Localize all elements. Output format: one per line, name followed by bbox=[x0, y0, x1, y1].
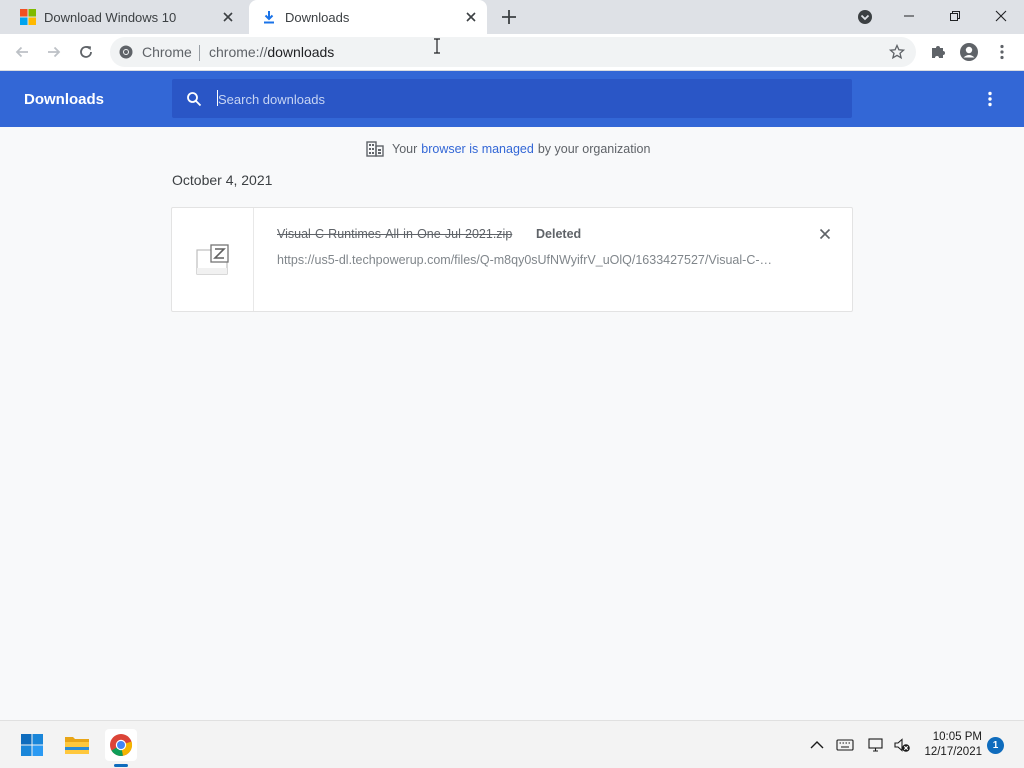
remove-from-list-icon[interactable] bbox=[816, 225, 834, 243]
more-actions-icon[interactable] bbox=[980, 89, 1000, 109]
restore-icon bbox=[950, 11, 960, 21]
omnibox-divider bbox=[199, 45, 200, 61]
extensions-puzzle-icon[interactable] bbox=[928, 42, 948, 62]
url-host: downloads bbox=[267, 44, 335, 60]
windows-taskbar: 10:05 PM 12/17/2021 1 bbox=[0, 720, 1024, 768]
close-window-button[interactable] bbox=[978, 0, 1024, 32]
reload-button[interactable] bbox=[73, 39, 99, 65]
browser-managed-link[interactable]: browser is managed bbox=[421, 142, 534, 156]
windows-start-icon bbox=[21, 734, 43, 756]
zip-file-icon bbox=[196, 244, 229, 275]
minimize-icon bbox=[904, 15, 914, 17]
download-status: Deleted bbox=[536, 227, 582, 241]
new-tab-plus-icon[interactable] bbox=[498, 6, 520, 28]
tab-search-chevron-icon[interactable] bbox=[855, 7, 875, 27]
bookmark-star-icon[interactable] bbox=[889, 44, 905, 60]
forward-button[interactable] bbox=[41, 39, 67, 65]
file-name: Visual-C-Runtimes-All-in-One-Jul-2021.zi… bbox=[277, 227, 513, 241]
text-cursor-icon bbox=[434, 38, 440, 54]
restore-button[interactable] bbox=[932, 0, 978, 32]
volume-muted-icon[interactable] bbox=[893, 736, 911, 754]
forward-arrow-icon bbox=[48, 46, 61, 58]
show-hidden-icons-chevron-icon[interactable] bbox=[808, 736, 826, 754]
notification-badge[interactable]: 1 bbox=[987, 737, 1004, 754]
file-explorer-button[interactable] bbox=[61, 729, 93, 761]
reload-icon bbox=[80, 46, 92, 58]
tab-download-windows-10[interactable]: Download Windows 10 bbox=[8, 0, 244, 34]
url-text: chrome://downloads bbox=[209, 44, 334, 60]
active-app-indicator bbox=[114, 764, 128, 767]
search-icon bbox=[187, 92, 202, 107]
site-chip-label: Chrome bbox=[142, 44, 192, 60]
folder-icon bbox=[65, 737, 89, 754]
managed-prefix: Your bbox=[392, 142, 418, 156]
url-scheme: chrome:// bbox=[209, 44, 268, 60]
windows-logo-icon bbox=[20, 9, 36, 25]
clock-time: 10:05 PM bbox=[932, 731, 982, 743]
tab-downloads[interactable]: Downloads bbox=[249, 0, 487, 34]
address-bar[interactable]: Chrome chrome://downloads bbox=[110, 37, 916, 67]
tab-title: Download Windows 10 bbox=[44, 10, 177, 25]
minimize-button[interactable] bbox=[886, 0, 932, 32]
chrome-icon bbox=[119, 45, 133, 59]
tab-strip: Download Windows 10 Downloads bbox=[0, 0, 1024, 34]
date-heading: October 4, 2021 bbox=[172, 172, 273, 188]
keyboard-icon[interactable] bbox=[836, 736, 854, 754]
page-title: Downloads bbox=[24, 91, 105, 108]
close-icon bbox=[995, 10, 1007, 22]
close-tab-icon[interactable] bbox=[220, 9, 236, 25]
downloads-header: Downloads bbox=[0, 71, 1024, 127]
building-icon bbox=[366, 141, 384, 157]
search-input[interactable] bbox=[218, 88, 818, 110]
close-tab-icon[interactable] bbox=[463, 9, 479, 25]
chrome-menu-icon[interactable] bbox=[992, 42, 1012, 62]
download-item: Visual-C-Runtimes-All-in-One-Jul-2021.zi… bbox=[171, 207, 853, 312]
browser-toolbar: Chrome chrome://downloads bbox=[0, 34, 1024, 71]
source-url-link[interactable]: https://us5-dl.techpowerup.com/files/Q-m… bbox=[277, 253, 777, 267]
text-caret bbox=[217, 90, 218, 106]
network-icon[interactable] bbox=[867, 736, 885, 754]
file-icon-column bbox=[172, 208, 254, 311]
profile-avatar-icon[interactable] bbox=[959, 42, 979, 62]
managed-suffix: by your organization bbox=[537, 142, 651, 156]
back-button[interactable] bbox=[9, 39, 35, 65]
start-button[interactable] bbox=[16, 729, 48, 761]
download-icon bbox=[264, 11, 274, 24]
clock-date: 12/17/2021 bbox=[924, 746, 982, 758]
chrome-logo-icon bbox=[110, 734, 133, 756]
back-arrow-icon bbox=[15, 46, 28, 58]
search-box[interactable] bbox=[172, 79, 852, 118]
system-clock[interactable]: 10:05 PM 12/17/2021 bbox=[922, 730, 982, 760]
chrome-taskbar-button[interactable] bbox=[105, 729, 137, 761]
tab-title: Downloads bbox=[285, 10, 350, 25]
managed-notice: Your browser is managed by your organiza… bbox=[366, 139, 650, 159]
